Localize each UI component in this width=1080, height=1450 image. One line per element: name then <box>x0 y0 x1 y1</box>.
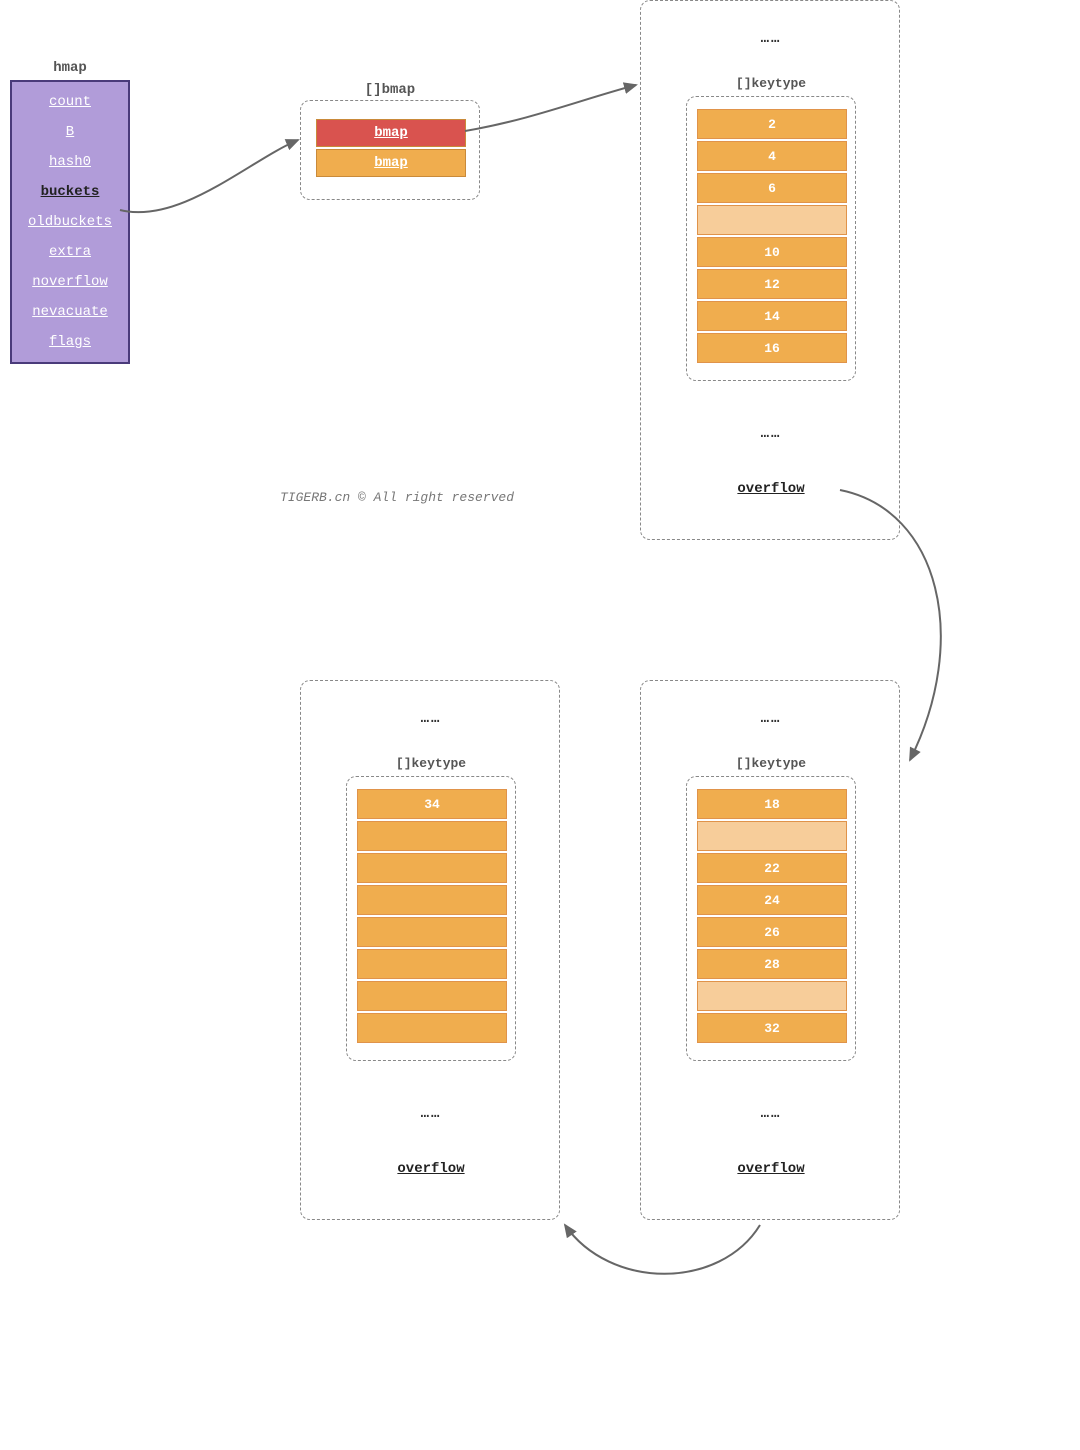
bmap-row-0: bmap <box>316 119 466 147</box>
bmap-array-title: []bmap <box>300 82 480 98</box>
bucket3-outer: …… []keytype 34 …… overflow <box>300 680 560 1220</box>
bucket2-key-0: 18 <box>697 789 847 819</box>
bucket1-overflow: overflow <box>641 481 901 497</box>
bucket1-key-0: 2 <box>697 109 847 139</box>
bucket2-key-5: 28 <box>697 949 847 979</box>
bucket1-ellipsis-top: …… <box>641 31 901 47</box>
bucket3-ellipsis-top: …… <box>301 711 561 727</box>
watermark: TIGERB.cn © All right reserved <box>280 490 514 505</box>
bucket1-key-3 <box>697 205 847 235</box>
bucket2-keytype-label: []keytype <box>641 756 901 771</box>
bucket3-key-4 <box>357 917 507 947</box>
bucket1-key-6: 14 <box>697 301 847 331</box>
bucket3-ellipsis-bottom: …… <box>301 1106 561 1122</box>
bucket3-key-7 <box>357 1013 507 1043</box>
bucket2-outer: …… []keytype 18 22 24 26 28 32 …… overfl… <box>640 680 900 1220</box>
bucket1-key-1: 4 <box>697 141 847 171</box>
bmap-array-box: bmap bmap <box>300 100 480 200</box>
bucket1-ellipsis-bottom: …… <box>641 426 901 442</box>
bmap-row-1: bmap <box>316 149 466 177</box>
bucket3-key-3 <box>357 885 507 915</box>
bucket1-key-7: 16 <box>697 333 847 363</box>
bucket1-key-4: 10 <box>697 237 847 267</box>
bucket2-key-4: 26 <box>697 917 847 947</box>
bucket3-key-0: 34 <box>357 789 507 819</box>
bucket2-ellipsis-bottom: …… <box>641 1106 901 1122</box>
hmap-field-nevacuate: nevacuate <box>32 304 108 320</box>
bucket3-overflow: overflow <box>301 1161 561 1177</box>
bucket2-keytype-box: 18 22 24 26 28 32 <box>686 776 856 1061</box>
bucket2-key-3: 24 <box>697 885 847 915</box>
hmap-field-count: count <box>49 94 91 110</box>
bucket3-key-1 <box>357 821 507 851</box>
bucket1-keytype-box: 2 4 6 10 12 14 16 <box>686 96 856 381</box>
bucket1-key-2: 6 <box>697 173 847 203</box>
hmap-field-hash0: hash0 <box>49 154 91 170</box>
bucket2-key-2: 22 <box>697 853 847 883</box>
bucket1-key-5: 12 <box>697 269 847 299</box>
bucket2-key-6 <box>697 981 847 1011</box>
hmap-field-buckets: buckets <box>41 184 100 200</box>
bucket3-key-6 <box>357 981 507 1011</box>
bucket3-keytype-box: 34 <box>346 776 516 1061</box>
bucket2-overflow: overflow <box>641 1161 901 1177</box>
hmap-box: count B hash0 buckets oldbuckets extra n… <box>10 80 130 364</box>
bucket3-key-5 <box>357 949 507 979</box>
hmap-field-noverflow: noverflow <box>32 274 108 290</box>
bucket2-key-7: 32 <box>697 1013 847 1043</box>
hmap-field-oldbuckets: oldbuckets <box>28 214 112 230</box>
hmap-title: hmap <box>10 60 130 76</box>
bucket3-keytype-label: []keytype <box>301 756 561 771</box>
hmap-field-extra: extra <box>49 244 91 260</box>
bucket2-key-1 <box>697 821 847 851</box>
hmap-field-flags: flags <box>49 334 91 350</box>
bucket1-keytype-label: []keytype <box>641 76 901 91</box>
bucket2-ellipsis-top: …… <box>641 711 901 727</box>
bucket1-outer: …… []keytype 2 4 6 10 12 14 16 …… overfl… <box>640 0 900 540</box>
hmap-field-B: B <box>66 124 74 140</box>
bucket3-key-2 <box>357 853 507 883</box>
